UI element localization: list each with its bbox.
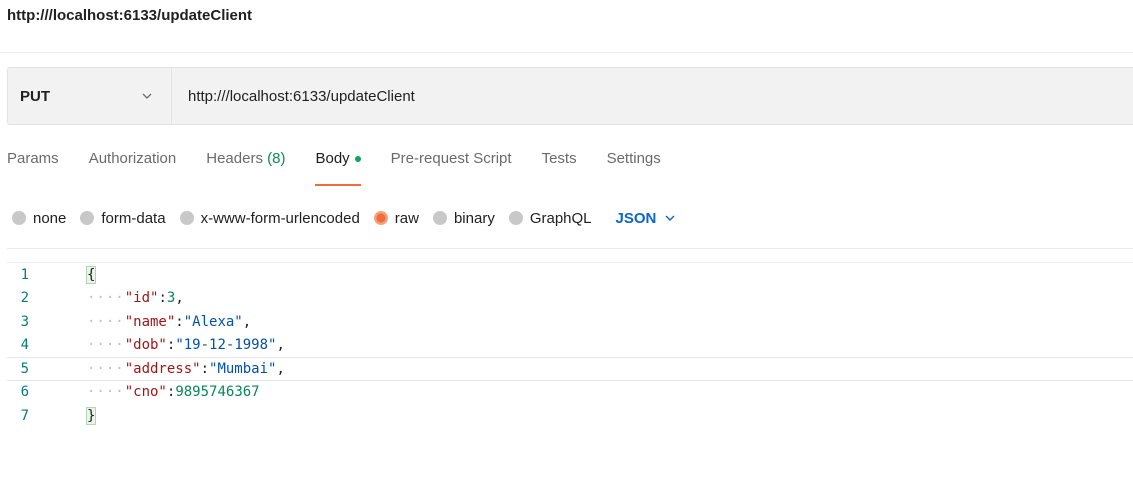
body-type-options: none form-data x-www-form-urlencoded raw… [12, 206, 676, 230]
tab-label: Pre-request Script [390, 150, 512, 167]
radio-graphql[interactable]: GraphQL [508, 209, 592, 227]
chevron-down-icon [664, 212, 676, 224]
radio-raw[interactable]: raw [373, 209, 419, 227]
radio-form-data[interactable]: form-data [80, 209, 166, 227]
chevron-down-icon [141, 90, 153, 102]
json-value: 9895746367 [175, 384, 260, 401]
json-key: "cno" [124, 384, 167, 401]
code-line: 2 ····"id":3, [7, 287, 1133, 311]
radio-label: x-www-form-urlencoded [200, 209, 360, 227]
close-brace: } [85, 406, 97, 425]
code-line: 7 } [7, 404, 1133, 428]
comma: , [276, 337, 285, 354]
radio-label: binary [453, 209, 495, 227]
indent-marker: ···· [87, 313, 125, 330]
tab-settings[interactable]: Settings [607, 150, 661, 178]
line-number: 7 [20, 407, 29, 424]
radio-label: GraphQL [529, 209, 592, 227]
open-brace: { [85, 265, 97, 284]
radio-x-www-form-urlencoded[interactable]: x-www-form-urlencoded [179, 209, 360, 227]
comma: , [276, 360, 285, 377]
method-select[interactable]: PUT [8, 68, 172, 124]
json-key: "id" [124, 290, 159, 307]
radio-binary[interactable]: binary [432, 209, 495, 227]
tab-label: Headers [206, 150, 263, 167]
colon: : [175, 313, 184, 330]
url-bar: PUT http:///localhost:6133/updateClient [7, 67, 1133, 125]
code-editor[interactable]: 1 { 2 ····"id":3, 3 ····"name":"Alexa", … [7, 262, 1133, 463]
modified-dot-icon [354, 156, 361, 163]
radio-icon [179, 211, 194, 225]
line-number: 6 [20, 384, 29, 401]
json-value: "19-12-1998" [175, 337, 277, 354]
json-key: "name" [124, 313, 176, 330]
divider [0, 52, 1133, 53]
comma: , [175, 290, 184, 307]
line-number: 5 [20, 360, 29, 377]
radio-none[interactable]: none [12, 210, 66, 227]
tab-params[interactable]: Params [7, 150, 59, 178]
tab-tests[interactable]: Tests [542, 150, 577, 178]
radio-icon [12, 211, 26, 225]
json-value: "Mumbai" [209, 360, 277, 377]
radio-icon [432, 211, 447, 225]
tab-headers[interactable]: Headers (8) [206, 150, 285, 178]
indent-marker: ···· [87, 337, 125, 354]
code-line-current: 5 ····"address":"Mumbai", [7, 357, 1133, 381]
tab-label: Params [7, 150, 59, 167]
code-line: 4 ····"dob":"19-12-1998", [7, 334, 1133, 358]
radio-label: raw [394, 209, 419, 227]
radio-label: none [33, 209, 67, 227]
request-tabs: Params Authorization Headers (8) Body Pr… [7, 150, 691, 190]
tab-label: Settings [606, 150, 661, 167]
line-number: 3 [20, 313, 29, 330]
code-line: 3 ····"name":"Alexa", [7, 310, 1133, 334]
headers-count: (8) [267, 150, 286, 167]
indent-marker: ···· [87, 384, 125, 401]
line-number: 1 [20, 266, 29, 283]
tab-authorization[interactable]: Authorization [89, 150, 177, 178]
json-key: "address" [124, 360, 201, 377]
format-select[interactable]: JSON [616, 210, 677, 227]
comma: , [242, 313, 252, 330]
divider [7, 248, 1133, 249]
json-value: "Alexa" [183, 313, 243, 330]
code-line: 6 ····"cno":9895746367 [7, 381, 1133, 405]
radio-icon [508, 211, 523, 225]
format-label: JSON [615, 209, 657, 227]
colon: : [200, 360, 210, 377]
json-key: "dob" [124, 337, 167, 354]
radio-label: form-data [101, 209, 166, 227]
code-line: 1 { [7, 263, 1133, 287]
url-input[interactable]: http:///localhost:6133/updateClient [188, 88, 415, 105]
tab-pre-request-script[interactable]: Pre-request Script [391, 150, 512, 178]
colon: : [158, 290, 167, 307]
tab-body[interactable]: Body [315, 150, 361, 186]
radio-icon [80, 211, 95, 225]
method-label: PUT [20, 87, 50, 105]
line-number: 4 [20, 337, 29, 354]
tab-label: Authorization [88, 150, 177, 167]
indent-marker: ···· [87, 360, 125, 377]
tab-label: Tests [541, 150, 577, 167]
indent-marker: ···· [87, 290, 125, 307]
request-title: http:///localhost:6133/updateClient [7, 7, 253, 24]
radio-selected-icon [373, 211, 388, 225]
tab-label: Body [315, 150, 350, 167]
line-number: 2 [20, 290, 29, 307]
